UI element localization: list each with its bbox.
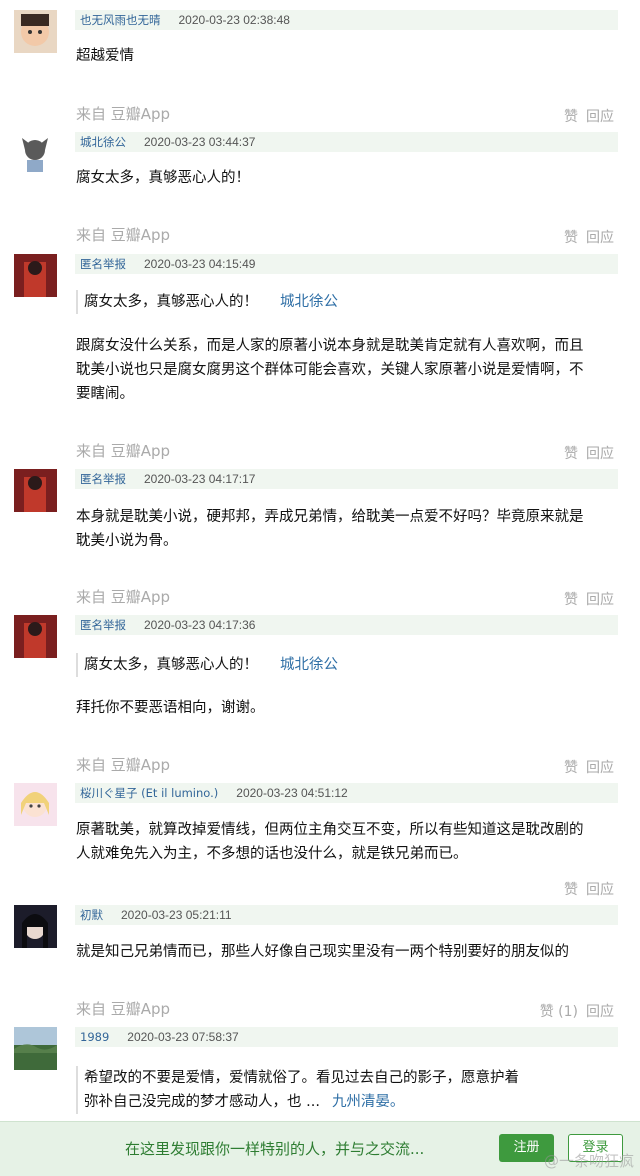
watermark: @一条吻狂疯 <box>543 1152 634 1170</box>
comment-actions: 赞回应 <box>556 589 614 609</box>
comment-text: 腐女太多，真够恶心人的！ <box>76 170 250 186</box>
reply-button[interactable]: 回应 <box>586 760 614 776</box>
reply-button[interactable]: 回应 <box>586 592 614 608</box>
comment-header: 初默 2020-03-23 05:21:11 <box>75 905 618 925</box>
like-button[interactable]: 赞 <box>564 109 578 125</box>
timestamp: 2020-03-23 02:38:48 <box>178 13 290 27</box>
quoted-text: 腐女太多，真够恶心人的！ <box>84 657 258 673</box>
comment-header: 1989 2020-03-23 07:58:37 <box>75 1027 618 1047</box>
avatar[interactable] <box>14 254 57 297</box>
username[interactable]: 匿名举报 <box>80 618 126 632</box>
quoted-comment: 希望改的不要是爱情，爱情就俗了。看见过去自己的影子，愿意护着 弥补自己没完成的梦… <box>76 1066 519 1114</box>
timestamp: 2020-03-23 04:17:17 <box>144 472 256 486</box>
username[interactable]: 桜川ぐ星子 (Et il lumino.) <box>80 786 218 800</box>
reply-button[interactable]: 回应 <box>586 882 614 898</box>
text-line: 本身就是耽美小说，硬邦邦，弄成兄弟情，给耽美一点爱不好吗？毕竟原来就是 <box>76 509 584 525</box>
text-line: 跟腐女没什么关系，而是人家的原著小说本身就是耽美肯定就有人喜欢啊，而且 <box>76 338 584 354</box>
source-label: 来自 豆瓣App <box>76 105 171 123</box>
text-line: 人就难免先入为主，不多想的话也没什么，就是铁兄弟而已。 <box>76 846 468 862</box>
quoted-author-link[interactable]: 城北徐公 <box>280 657 338 673</box>
reply-button[interactable]: 回应 <box>586 109 614 125</box>
comment-header: 匿名举报 2020-03-23 04:17:17 <box>75 469 618 489</box>
quoted-comment: 腐女太多，真够恶心人的！ 城北徐公 <box>76 290 338 314</box>
comment-text: 原著耽美，就算改掉爱情线，但两位主角交互不变，所以有些知道这是耽改剧的 人就难免… <box>76 818 616 866</box>
quoted-comment: 腐女太多，真够恶心人的！ 城北徐公 <box>76 653 338 677</box>
like-button[interactable]: 赞 <box>564 760 578 776</box>
avatar[interactable] <box>14 469 57 512</box>
like-button[interactable]: 赞 <box>564 446 578 462</box>
comment-actions: 赞回应 <box>556 227 614 247</box>
comment-header: 桜川ぐ星子 (Et il lumino.) 2020-03-23 04:51:12 <box>75 783 618 803</box>
avatar[interactable] <box>14 905 57 948</box>
timestamp: 2020-03-23 04:17:36 <box>144 618 256 632</box>
text-line: 耽美小说为骨。 <box>76 533 178 549</box>
avatar[interactable] <box>14 783 57 826</box>
text-line: 原著耽美，就算改掉爱情线，但两位主角交互不变，所以有些知道这是耽改剧的 <box>76 822 584 838</box>
comment-text: 就是知己兄弟情而已，那些人好像自己现实里没有一两个特别要好的朋友似的 <box>76 944 569 960</box>
like-button[interactable]: 赞 (1) <box>540 1004 578 1020</box>
comment-text: 跟腐女没什么关系，而是人家的原著小说本身就是耽美肯定就有人喜欢啊，而且 耽美小说… <box>76 334 616 406</box>
comment-header: 匿名举报 2020-03-23 04:17:36 <box>75 615 618 635</box>
avatar[interactable] <box>14 1027 57 1070</box>
timestamp: 2020-03-23 07:58:37 <box>127 1030 239 1044</box>
comment-text: 拜托你不要恶语相向，谢谢。 <box>76 700 265 716</box>
username[interactable]: 匿名举报 <box>80 257 126 271</box>
comment-header: 也无风雨也无晴 2020-03-23 02:38:48 <box>75 10 618 30</box>
username[interactable]: 1989 <box>80 1030 109 1044</box>
text-line: 耽美小说也只是腐女腐男这个群体可能会喜欢，关键人家原著小说是爱情啊，不 <box>76 362 584 378</box>
username[interactable]: 初默 <box>80 908 103 922</box>
comment-actions: 赞回应 <box>556 757 614 777</box>
timestamp: 2020-03-23 05:21:11 <box>121 908 232 922</box>
timestamp: 2020-03-23 03:44:37 <box>144 135 256 149</box>
comment-header: 城北徐公 2020-03-23 03:44:37 <box>75 132 618 152</box>
quoted-author-link[interactable]: 城北徐公 <box>280 294 338 310</box>
timestamp: 2020-03-23 04:15:49 <box>144 257 256 271</box>
avatar[interactable] <box>14 615 57 658</box>
reply-button[interactable]: 回应 <box>586 230 614 246</box>
source-label: 来自 豆瓣App <box>76 588 171 606</box>
source-label: 来自 豆瓣App <box>76 756 171 774</box>
source-label: 来自 豆瓣App <box>76 226 171 244</box>
comment-text: 本身就是耽美小说，硬邦邦，弄成兄弟情，给耽美一点爱不好吗？毕竟原来就是 耽美小说… <box>76 505 616 553</box>
quoted-text: 腐女太多，真够恶心人的！ <box>84 294 258 310</box>
username[interactable]: 匿名举报 <box>80 472 126 486</box>
timestamp: 2020-03-23 04:51:12 <box>236 786 348 800</box>
avatar[interactable] <box>14 132 57 175</box>
like-button[interactable]: 赞 <box>564 230 578 246</box>
reply-button[interactable]: 回应 <box>586 446 614 462</box>
like-button[interactable]: 赞 <box>564 882 578 898</box>
banner-message: 在这里发现跟你一样特别的人，并与之交流... <box>125 1140 425 1158</box>
avatar[interactable] <box>14 10 57 53</box>
username[interactable]: 城北徐公 <box>80 135 126 149</box>
quoted-text-line: 弥补自己没完成的梦才感动人，也 ... <box>84 1094 320 1110</box>
reply-button[interactable]: 回应 <box>586 1004 614 1020</box>
comment-actions: 赞回应 <box>556 443 614 463</box>
like-button[interactable]: 赞 <box>564 592 578 608</box>
comment-header: 匿名举报 2020-03-23 04:15:49 <box>75 254 618 274</box>
quoted-author-link[interactable]: 九州清晏。 <box>332 1094 405 1110</box>
source-label: 来自 豆瓣App <box>76 1000 171 1018</box>
comment-text: 超越爱情 <box>76 48 134 64</box>
username[interactable]: 也无风雨也无晴 <box>80 13 161 27</box>
text-line: 要瞎闹。 <box>76 386 134 402</box>
source-label: 来自 豆瓣App <box>76 442 171 460</box>
comment-actions: 赞回应 <box>556 106 614 126</box>
comment-actions: 赞 (1) 回应 <box>532 1001 614 1021</box>
quoted-text-line: 希望改的不要是爱情，爱情就俗了。看见过去自己的影子，愿意护着 <box>84 1070 519 1086</box>
comment-actions: 赞回应 <box>556 879 614 899</box>
